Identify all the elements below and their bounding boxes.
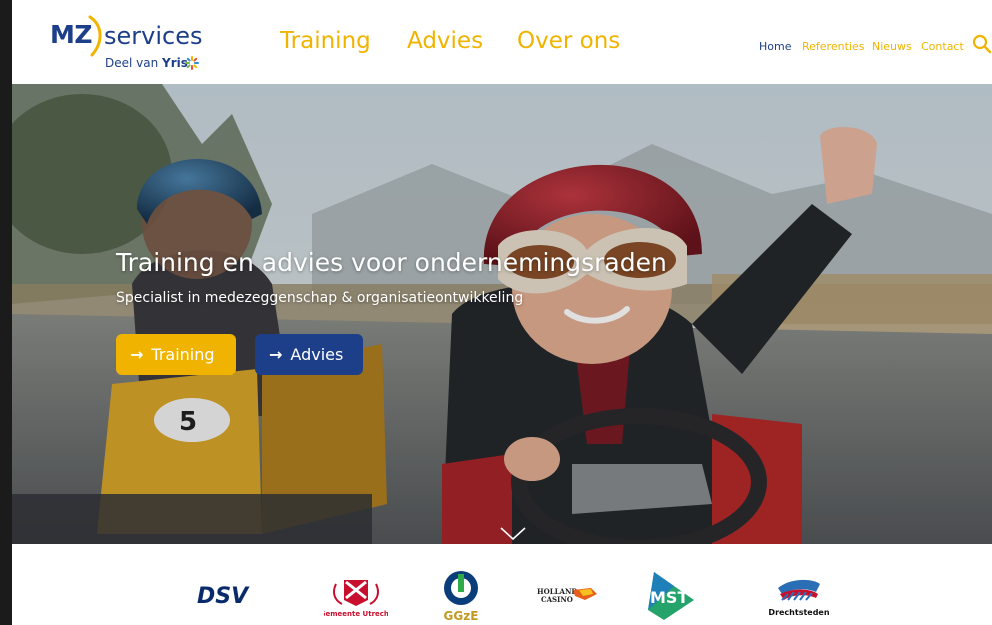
hero-subtitle: Specialist in medezeggenschap & organisa… <box>116 290 524 306</box>
ggze-logo-text: GGzE <box>444 609 479 623</box>
main-nav-advies[interactable]: Advies <box>407 28 483 54</box>
hero-image: 5 <box>12 84 992 544</box>
advies-button-label: Advies <box>290 345 344 364</box>
hero-title: Training en advies voor ondernemingsrade… <box>116 248 667 277</box>
dsv-logo-text: DSV <box>197 584 250 606</box>
mst-logo-text: MST <box>650 588 688 607</box>
holland-casino-logo: HOLLAND CASINO <box>537 587 597 604</box>
mst-logo: MST <box>648 572 694 620</box>
training-button[interactable]: → Training <box>116 334 236 375</box>
page: MZ services Deel van Yris Training Advie… <box>12 0 992 625</box>
top-nav-contact[interactable]: Contact <box>921 40 964 53</box>
drechtsteden-logo: Drechtsteden <box>768 579 830 617</box>
top-nav-home[interactable]: Home <box>759 40 791 53</box>
training-button-label: Training <box>151 345 215 364</box>
top-nav-referenties[interactable]: Referenties <box>802 40 864 53</box>
gemeente-utrecht-logo: Gemeente Utrecht <box>324 580 388 618</box>
hero-banner: 5 Training en advies voor ondernemingsra… <box>12 84 992 544</box>
chevron-down-icon[interactable] <box>499 526 527 542</box>
logo-services-text: services <box>104 22 203 50</box>
ggze-logo: GGzE <box>444 571 479 623</box>
search-icon[interactable] <box>972 34 992 54</box>
gemeente-utrecht-text: Gemeente Utrecht <box>324 610 388 618</box>
top-nav-nieuws[interactable]: Nieuws <box>872 40 912 53</box>
mz-services-logo[interactable]: MZ services Deel van Yris <box>50 15 220 76</box>
main-nav-training[interactable]: Training <box>280 28 371 54</box>
arrow-right-icon: → <box>130 345 144 364</box>
holland-casino-text-2: CASINO <box>541 595 573 604</box>
site-header: MZ services Deel van Yris Training Advie… <box>12 0 992 84</box>
main-nav-over-ons[interactable]: Over ons <box>517 28 620 54</box>
arrow-right-icon: → <box>269 345 283 364</box>
dsv-logo: DSV <box>197 584 250 606</box>
yris-sun-icon <box>185 56 199 70</box>
advies-button[interactable]: → Advies <box>255 334 363 375</box>
logo-tagline: Deel van Yris <box>105 56 188 70</box>
logo-deel-van: Deel van <box>105 56 159 70</box>
client-logos-strip: DSV Gemeente Utrecht GGzE HOLLAND CASINO <box>12 544 992 625</box>
drechtsteden-text: Drechtsteden <box>768 608 829 617</box>
